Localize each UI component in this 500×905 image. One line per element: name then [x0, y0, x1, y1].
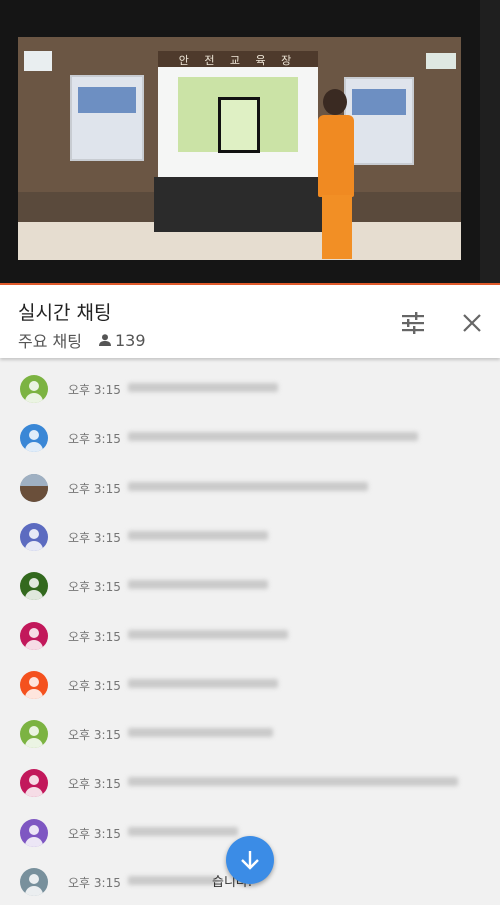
- poster-left: [70, 75, 144, 161]
- presenter-legs: [322, 195, 352, 259]
- close-icon: [463, 314, 481, 332]
- chat-mode-label[interactable]: 주요 채팅: [18, 328, 82, 352]
- chat-message[interactable]: 오후 3:15: [0, 610, 500, 659]
- chat-message[interactable]: 오후 3:15: [0, 412, 500, 461]
- author-avatar[interactable]: [20, 769, 48, 797]
- blurred-message-text: [128, 531, 268, 540]
- filter-button[interactable]: [399, 309, 427, 337]
- message-timestamp: 오후 3:15: [68, 630, 121, 644]
- arrow-down-icon: [241, 851, 259, 870]
- message-timestamp: 오후 3:15: [68, 728, 121, 742]
- chat-message[interactable]: 오후 3:15: [0, 708, 500, 757]
- poster-right: [344, 77, 414, 165]
- chat-message[interactable]: 오후 3:15: [0, 659, 500, 708]
- video-player[interactable]: 안 전 교 육 장: [0, 0, 500, 283]
- message-timestamp: 오후 3:15: [68, 482, 121, 496]
- message-timestamp: 오후 3:15: [68, 432, 121, 446]
- chat-message[interactable]: 오후 3:15: [0, 363, 500, 412]
- blurred-message-text: [128, 728, 273, 737]
- chat-title: 실시간 채팅: [18, 302, 112, 324]
- author-avatar[interactable]: [20, 720, 48, 748]
- chat-message-list[interactable]: 오후 3:15 오후 3:15 오후 3:15 오후 3:15 오후 3:15 오후 3:…: [0, 363, 500, 897]
- chat-message[interactable]: 오후 3:15: [0, 511, 500, 560]
- message-timestamp: 오후 3:15: [68, 777, 121, 791]
- author-avatar[interactable]: [20, 819, 48, 847]
- message-timestamp: 오후 3:15: [68, 383, 121, 397]
- blurred-message-text: [128, 432, 418, 441]
- blurred-message-text: [128, 876, 218, 885]
- message-timestamp: 오후 3:15: [68, 679, 121, 693]
- scroll-down-button[interactable]: [226, 836, 274, 884]
- author-avatar[interactable]: [20, 671, 48, 699]
- message-timestamp: 오후 3:15: [68, 580, 121, 594]
- screen-stand: [154, 177, 326, 232]
- presenter-body: [318, 115, 354, 197]
- video-edge: [480, 0, 500, 283]
- viewer-count: 139: [98, 331, 146, 350]
- presenter-head: [323, 89, 347, 115]
- author-avatar[interactable]: [20, 572, 48, 600]
- chat-message[interactable]: 오후 3:15: [0, 462, 500, 511]
- message-timestamp: 오후 3:15: [68, 876, 121, 890]
- author-avatar[interactable]: [20, 474, 48, 502]
- viewer-count-value: 139: [114, 330, 146, 350]
- chat-header: 실시간 채팅 주요 채팅 139: [0, 283, 500, 358]
- message-timestamp: 오후 3:15: [68, 531, 121, 545]
- blurred-message-text: [128, 630, 288, 639]
- chat-subheader: 주요 채팅 139: [18, 328, 146, 352]
- author-avatar[interactable]: [20, 622, 48, 650]
- message-timestamp: 오후 3:15: [68, 827, 121, 841]
- blurred-message-text: [128, 383, 278, 392]
- slide-frame: [218, 97, 260, 153]
- blurred-message-text: [128, 679, 278, 688]
- blurred-message-text: [128, 827, 238, 836]
- logo-left: [24, 51, 52, 71]
- blurred-message-text: [128, 580, 268, 589]
- chat-message[interactable]: 오후 3:15: [0, 560, 500, 609]
- author-avatar[interactable]: [20, 424, 48, 452]
- logo-right: [426, 53, 456, 69]
- close-button[interactable]: [458, 309, 486, 337]
- person-icon: [98, 334, 111, 346]
- blurred-message-text: [128, 482, 368, 491]
- author-avatar[interactable]: [20, 375, 48, 403]
- chat-message[interactable]: 오후 3:15: [0, 757, 500, 806]
- author-avatar[interactable]: [20, 523, 48, 551]
- tune-icon: [402, 312, 424, 334]
- author-avatar[interactable]: [20, 868, 48, 896]
- video-frame: 안 전 교 육 장: [18, 37, 461, 260]
- blurred-message-text: [128, 777, 458, 786]
